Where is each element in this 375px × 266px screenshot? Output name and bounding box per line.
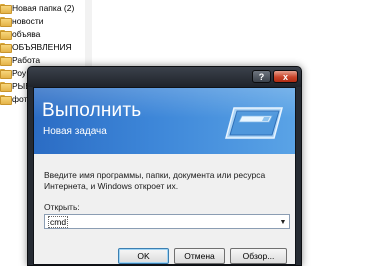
- folder-item[interactable]: фот: [0, 92, 27, 105]
- folder-icon: [0, 55, 12, 66]
- run-window-icon: [225, 107, 283, 139]
- folder-item[interactable]: Работа: [0, 53, 40, 66]
- browse-button[interactable]: Обзор...: [230, 248, 287, 264]
- dialog-title: Выполнить: [42, 100, 142, 121]
- folder-label: объява: [12, 28, 41, 39]
- dialog-subtitle: Новая задача: [43, 126, 107, 137]
- open-label: Открыть:: [44, 202, 80, 212]
- folder-label: Роу: [12, 67, 27, 78]
- folder-label: Работа: [12, 54, 41, 65]
- folder-item[interactable]: ОБЪЯВЛЕНИЯ: [0, 40, 72, 53]
- folder-label: фот: [12, 93, 28, 104]
- dialog-banner: Выполнить Новая задача: [34, 88, 295, 154]
- help-button[interactable]: ?: [252, 70, 271, 83]
- dialog-body: Выполнить Новая задача Введите имя прогр…: [33, 87, 296, 265]
- ok-button[interactable]: OK: [118, 248, 169, 264]
- folder-item[interactable]: Новая папка (2): [0, 1, 74, 14]
- folder-item[interactable]: Роу: [0, 66, 26, 79]
- folder-icon: [0, 16, 12, 27]
- dialog-titlebar[interactable]: ? x: [28, 67, 301, 87]
- folder-icon: [0, 94, 12, 105]
- folder-icon: [0, 42, 12, 53]
- close-button[interactable]: x: [273, 70, 298, 83]
- folder-label: новости: [12, 15, 44, 26]
- folder-item[interactable]: объява: [0, 27, 40, 40]
- cancel-button[interactable]: Отмена: [174, 248, 225, 264]
- folder-icon: [0, 3, 12, 14]
- folder-icon: [0, 29, 12, 40]
- instructions-text: Введите имя программы, папки, документа …: [44, 170, 266, 191]
- open-combobox[interactable]: cmd ▼: [44, 214, 290, 229]
- folder-icon: [0, 81, 12, 92]
- run-dialog: ? x Выполнить Новая задача Введите имя п…: [27, 66, 302, 266]
- folder-item[interactable]: новости: [0, 14, 43, 27]
- dropdown-arrow-icon[interactable]: ▼: [279, 218, 287, 226]
- command-input[interactable]: cmd: [48, 215, 69, 228]
- folder-label: ОБЪЯВЛЕНИЯ: [12, 41, 72, 52]
- folder-icon: [0, 68, 12, 79]
- folder-label: Новая папка (2): [12, 2, 75, 13]
